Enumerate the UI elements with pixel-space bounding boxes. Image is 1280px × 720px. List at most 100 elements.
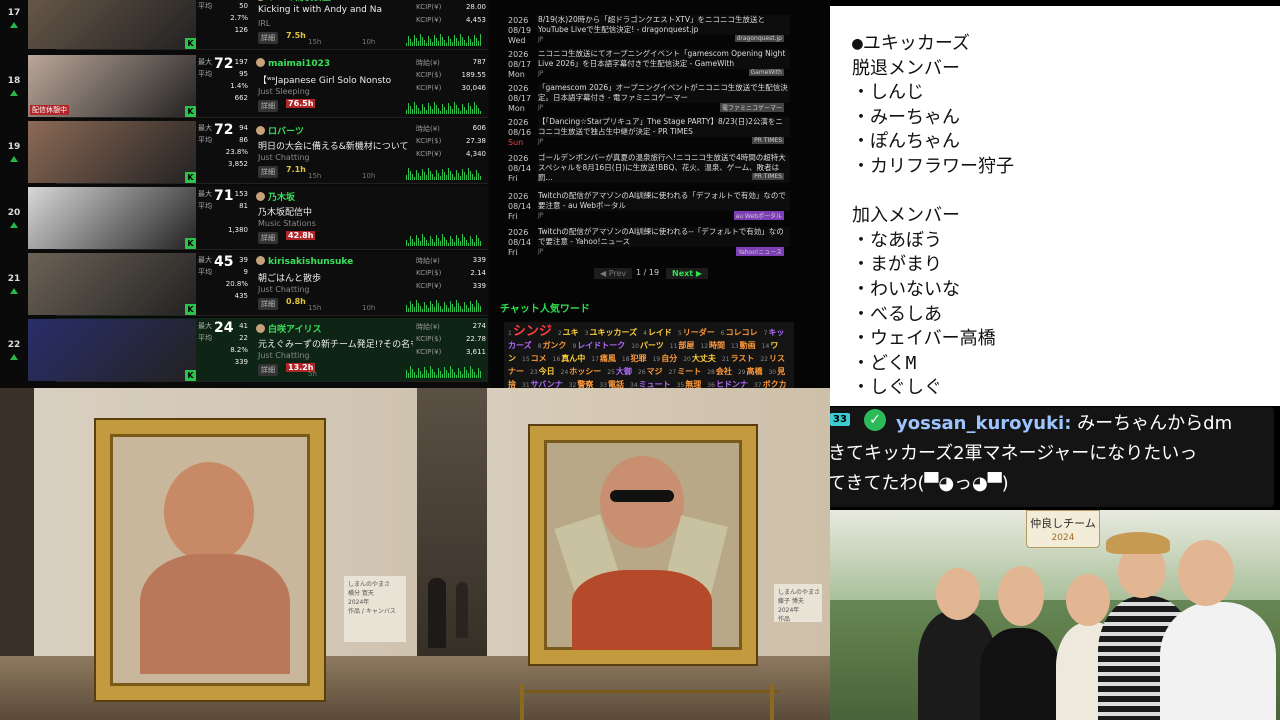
sparkline-bar [468, 103, 469, 114]
popular-word[interactable]: 21ラスト [722, 354, 757, 363]
stream-thumbnail[interactable]: K [28, 319, 196, 381]
popular-word[interactable]: 32警察 [569, 380, 597, 388]
popular-word[interactable]: 36ヒドンナ [707, 380, 751, 388]
channel-name[interactable]: ドレの為夜食堂 [256, 0, 331, 3]
popular-word[interactable]: 15コメ [522, 354, 550, 363]
kcip-value: 30,046 [461, 84, 487, 92]
detail-button[interactable]: 詳細 [258, 298, 278, 310]
detail-button[interactable]: 詳細 [258, 100, 278, 112]
popular-word[interactable]: 28会社 [707, 367, 735, 376]
popular-word[interactable]: 11部屋 [670, 341, 698, 350]
timeline-tick: 10h [362, 172, 376, 180]
popular-word[interactable]: 5リーダー [678, 328, 718, 337]
chat-text-line2: きてキッカーズ2軍マネージャーになりたいっ てきてたわ(▀◕っ◕▀) [828, 443, 1198, 494]
news-item[interactable]: 2026 08/14 Fri ゴールデンボンバーが真夏の温泉旅行へ!ニコニコ生放送… [504, 150, 790, 184]
popular-word-rank: 27 [668, 369, 677, 376]
popular-word[interactable]: 17痛風 [591, 354, 619, 363]
stat-value: 3,852 [227, 160, 248, 168]
popular-words-title: チャット人気ワード [500, 304, 590, 315]
popular-word[interactable]: 26マジ [638, 367, 666, 376]
popular-word-text: 高橋 [746, 367, 763, 376]
news-item[interactable]: 2026 08/19 Wed 8/19(水)20時から「超ドラゴンクエストXTV」… [504, 12, 790, 46]
news-source-badge[interactable]: dragonquest.jp [734, 35, 784, 42]
popular-word[interactable]: 1シンジ [508, 325, 555, 338]
sparkline-bar [408, 373, 409, 378]
news-source-badge[interactable]: 電ファミニコゲーマー [719, 103, 784, 112]
rank-score: 71 [214, 188, 234, 204]
detail-button[interactable]: 詳細 [258, 32, 278, 44]
news-item[interactable]: 2026 08/17 Mon 「gamescom 2026」オープニングイベントが… [504, 80, 790, 114]
popular-word[interactable]: 16真ん中 [553, 354, 589, 363]
sparkline-bar [430, 236, 431, 246]
popular-word-text: ミート [677, 367, 702, 376]
news-source-badge[interactable]: PR TIMES [752, 173, 784, 180]
popular-word[interactable]: 33電話 [599, 380, 627, 388]
popular-word[interactable]: 19自分 [653, 354, 681, 363]
popular-word[interactable]: 35無理 [677, 380, 705, 388]
ranking-row[interactable]: 22 K 最大 41 平均 22 8.2% 339 24 白咲アイリス 元えぐみーずの新チーム発足!… [8, 318, 488, 382]
popular-word[interactable]: 24ホッシー [561, 367, 605, 376]
news-item[interactable]: 2026 08/16 Sun 【「Dancing☆Starプリキュア」The Stag… [504, 114, 790, 148]
sparkline-bar [436, 375, 437, 378]
popular-word[interactable]: 9レイドトーク [572, 341, 628, 350]
stream-thumbnail[interactable]: K [28, 253, 196, 315]
popular-word[interactable]: 12時間 [700, 341, 728, 350]
news-title[interactable]: 8/19(水)20時から「超ドラゴンクエストXTV」をニコニコ生放送と YouT… [538, 15, 790, 35]
detail-button[interactable]: 詳細 [258, 364, 278, 376]
stat-line: 20.8% [198, 280, 250, 292]
news-source-badge[interactable]: au Webポータル [733, 211, 784, 220]
channel-name[interactable]: maimai1023 [256, 58, 330, 69]
stream-thumbnail[interactable]: K [28, 0, 196, 49]
popular-word[interactable]: 8ガンク [538, 341, 570, 350]
news-title[interactable]: 【「Dancing☆Starプリキュア」The Stage PARTY】8/23… [538, 117, 790, 137]
news-source-badge[interactable]: GameWith [748, 69, 784, 76]
news-source-badge[interactable]: Yahoo!ニュース [736, 247, 784, 256]
popular-word[interactable]: 23今日 [530, 367, 558, 376]
popular-word[interactable]: 4レイド [643, 328, 675, 337]
prev-page-button[interactable]: ◀ Prev [594, 268, 633, 279]
next-page-button[interactable]: Next ▶ [666, 268, 709, 279]
barrier-post-right [770, 684, 774, 720]
popular-word[interactable]: 20大丈夫 [683, 354, 719, 363]
popular-word[interactable]: 3ユキッカーズ [585, 328, 640, 337]
popular-word[interactable]: 27ミート [669, 367, 705, 376]
chat-first-line: yossan_kuroyuki: みーちゃんからdm [896, 409, 1270, 439]
ranking-row[interactable]: 20 K 最大 153 平均 81 1,380 71 乃木坂 乃木坂配信中 Music Statio… [8, 186, 488, 250]
channel-name[interactable]: 乃木坂 [256, 190, 295, 203]
news-title[interactable]: 「gamescom 2026」オープニングイベントがニコニコ生放送で生配信決定。… [538, 83, 790, 103]
channel-name[interactable]: ロバーツ [256, 124, 304, 137]
sparkline-bar [420, 241, 421, 246]
ranking-row[interactable]: 21 K 最大 39 平均 9 20.8% 435 45 kirisakishunsuke 朝ごはん… [8, 252, 488, 316]
stream-thumbnail[interactable]: K [28, 121, 196, 183]
news-item[interactable]: 2026 08/14 Fri Twitchの配信がアマゾンのAI訓練に使われる「デ… [504, 188, 790, 222]
straw-hat-icon [1106, 532, 1170, 554]
popular-word[interactable]: 2ユキ [558, 328, 582, 337]
detail-button[interactable]: 詳細 [258, 232, 278, 244]
popular-word[interactable]: 6コレコレ [721, 328, 761, 337]
ranking-row[interactable]: 17K最大96平均502.7%12675ドレの為夜食堂Kicking it wi… [8, 0, 488, 50]
channel-name[interactable]: 白咲アイリス [256, 322, 322, 335]
popular-word[interactable]: 34ミュート [630, 380, 674, 388]
popular-word[interactable]: 29高橋 [738, 367, 766, 376]
popular-word[interactable]: 18犯罪 [622, 354, 650, 363]
channel-name[interactable]: kirisakishunsuke [256, 256, 353, 267]
news-item[interactable]: 2026 08/14 Fri Twitchの配信がアマゾンのAI訓練に使われる--… [504, 224, 790, 258]
sparkline-bar [480, 176, 481, 180]
news-title[interactable]: Twitchの配信がアマゾンのAI訓練に使われる「デフォルトで有効」なので要注意… [538, 191, 790, 211]
news-source-badge[interactable]: PR TIMES [752, 137, 784, 144]
news-item[interactable]: 2026 08/17 Mon ニコニコ生放送にてオープニングイベント「gamesc… [504, 46, 790, 80]
stream-thumbnail[interactable]: K 配信休憩中 [28, 55, 196, 117]
popular-word[interactable]: 31サバンナ [522, 380, 566, 388]
kick-badge-icon: K [185, 172, 196, 183]
detail-button[interactable]: 詳細 [258, 166, 278, 178]
news-title[interactable]: ニコニコ生放送にてオープニングイベント「gamescom Opening Nig… [538, 49, 790, 69]
news-title[interactable]: Twitchの配信がアマゾンのAI訓練に使われる--「デフォルトで有効」なので要… [538, 227, 790, 247]
ranking-row[interactable]: 18 K 配信休憩中 最大 197 平均 95 1.4% 662 72 maimai1023 【ʷᵃJ… [8, 54, 488, 118]
news-item[interactable]: Thu [504, 0, 784, 12]
ranking-row[interactable]: 19 K 最大 94 平均 86 23.8% 3,852 72 ロバーツ 明日の大会に備える&新機材… [8, 120, 488, 184]
popular-word[interactable]: 10パーツ [631, 341, 666, 350]
sparkline-bar [454, 242, 455, 246]
popular-word[interactable]: 25大御 [607, 367, 635, 376]
stream-thumbnail[interactable]: K [28, 187, 196, 249]
popular-word[interactable]: 13動画 [731, 341, 759, 350]
